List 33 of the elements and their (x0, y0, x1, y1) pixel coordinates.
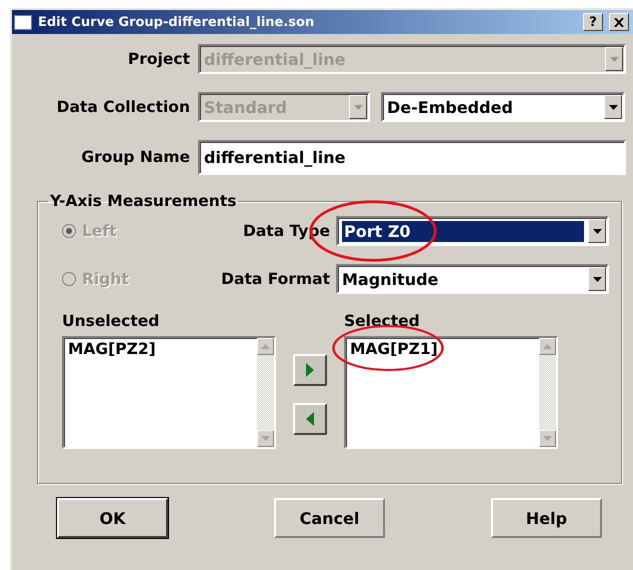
scroll-down-icon[interactable] (539, 430, 556, 447)
group-title: Y-Axis Measurements (49, 192, 238, 210)
group-name-field[interactable]: differential_line (198, 140, 626, 174)
data-format-dropdown[interactable]: Magnitude (336, 264, 609, 294)
left-arrow-icon (306, 412, 314, 426)
list-label: Selected (344, 312, 421, 332)
window-title: Edit Curve Group-differential_line.son (38, 14, 316, 30)
scroll-up-icon[interactable] (257, 338, 274, 355)
field-label: Group Name (80, 148, 190, 166)
right-arrow-icon (306, 363, 314, 377)
data-type-dropdown[interactable]: Port Z0 (336, 216, 609, 246)
list-box[interactable]: MAG[PZ1] (344, 336, 558, 449)
scrollbar[interactable] (539, 338, 556, 447)
list-item[interactable]: MAG[PZ1] (350, 340, 535, 358)
dialog-button[interactable]: Help (491, 498, 602, 538)
field-label: Data Collection (56, 98, 190, 116)
close-icon (614, 18, 624, 26)
help-button[interactable]: ? (583, 13, 603, 31)
list-box[interactable]: MAG[PZ2] (62, 336, 276, 449)
field-label: Project (126, 50, 190, 68)
list-item[interactable]: MAG[PZ2] (68, 340, 253, 358)
field-label: Data Format (220, 270, 331, 288)
dialog-button[interactable]: Cancel (274, 498, 385, 538)
list-label: Unselected (62, 312, 160, 332)
embedding-dropdown[interactable]: De-Embedded (381, 92, 625, 122)
scroll-down-icon[interactable] (257, 430, 274, 447)
close-button[interactable] (609, 13, 629, 31)
dialog-button[interactable]: OK (57, 498, 168, 538)
scroll-up-icon[interactable] (539, 338, 556, 355)
scrollbar[interactable] (257, 338, 274, 447)
window-icon (14, 14, 32, 30)
remove-button[interactable] (293, 403, 327, 435)
add-button[interactable] (293, 354, 327, 386)
